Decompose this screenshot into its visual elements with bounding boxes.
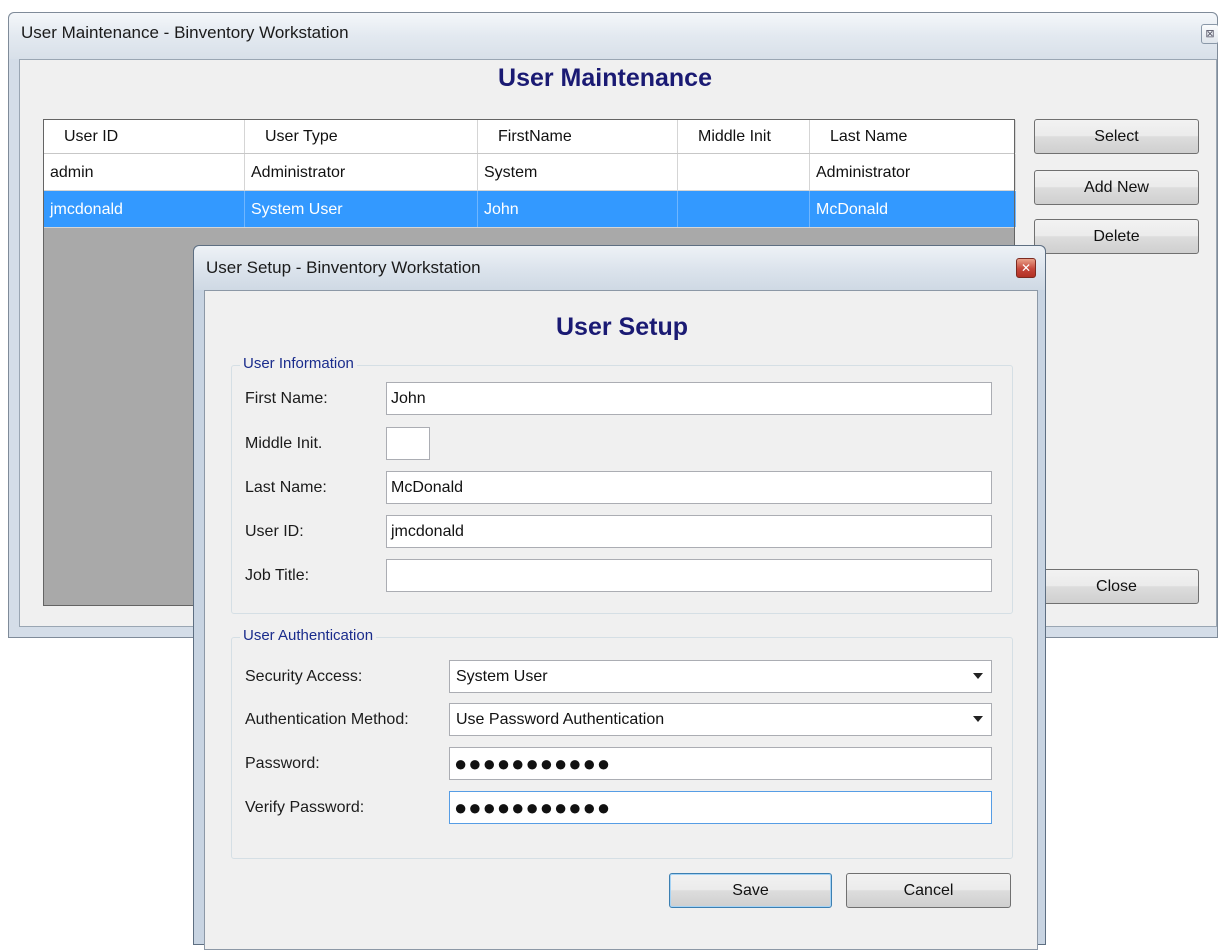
first-name-field[interactable]: John [386, 382, 992, 415]
security-access-dropdown[interactable]: System User [449, 660, 992, 693]
password-label: Password: [245, 755, 320, 772]
user-id-field[interactable]: jmcdonald [386, 515, 992, 548]
verify-password-label: Verify Password: [245, 799, 365, 816]
title-bar[interactable]: User Maintenance - Binventory Workstatio… [9, 13, 1218, 59]
dialog-title-bar[interactable]: User Setup - Binventory Workstation ✕ [194, 246, 1045, 290]
security-access-label: Security Access: [245, 668, 363, 685]
cell-first-name: John [478, 191, 678, 227]
verify-password-field[interactable]: ●●●●●●●●●●● [449, 791, 992, 824]
auth-method-value: Use Password Authentication [456, 711, 665, 728]
cell-last-name: McDonald [810, 191, 1016, 227]
dialog-heading: User Setup [556, 313, 688, 341]
first-name-label: First Name: [245, 390, 328, 407]
user-information-group-label: User Information [240, 355, 357, 372]
close-button[interactable]: Close [1034, 569, 1199, 604]
page-title: User Maintenance [498, 64, 712, 92]
last-name-field[interactable]: McDonald [386, 471, 992, 504]
column-header-user-type[interactable]: User Type [245, 120, 478, 153]
column-header-first-name[interactable]: FirstName [478, 120, 678, 153]
last-name-label: Last Name: [245, 479, 327, 496]
delete-button[interactable]: Delete [1034, 219, 1199, 254]
user-authentication-group-label: User Authentication [240, 627, 377, 644]
cell-user-id: admin [44, 154, 245, 190]
cell-user-type: System User [245, 191, 478, 227]
auth-method-label: Authentication Method: [245, 711, 409, 728]
security-access-value: System User [456, 668, 548, 685]
save-button[interactable]: Save [669, 873, 832, 908]
window-title: User Maintenance - Binventory Workstatio… [21, 23, 349, 42]
password-field[interactable]: ●●●●●●●●●●● [449, 747, 992, 780]
cell-last-name: Administrator [810, 154, 1016, 190]
auth-method-dropdown[interactable]: Use Password Authentication [449, 703, 992, 736]
dialog-close-icon[interactable]: ✕ [1016, 258, 1036, 278]
table-row[interactable]: admin Administrator System Administrator [44, 154, 1016, 191]
verify-password-mask: ●●●●●●●●●●● [454, 795, 612, 820]
middle-init-field[interactable] [386, 427, 430, 460]
chevron-down-icon [973, 673, 983, 679]
grid-header: User ID User Type FirstName Middle Init … [44, 120, 1016, 154]
column-header-last-name[interactable]: Last Name [810, 120, 1016, 153]
job-title-label: Job Title: [245, 567, 310, 584]
select-button[interactable]: Select [1034, 119, 1199, 154]
job-title-field[interactable] [386, 559, 992, 592]
cell-user-type: Administrator [245, 154, 478, 190]
cell-first-name: System [478, 154, 678, 190]
user-id-label: User ID: [245, 523, 304, 540]
password-mask: ●●●●●●●●●●● [454, 751, 612, 776]
column-header-user-id[interactable]: User ID [44, 120, 245, 153]
user-setup-dialog: User Setup - Binventory Workstation ✕ Us… [193, 245, 1046, 950]
add-new-button[interactable]: Add New [1034, 170, 1199, 205]
dialog-title: User Setup - Binventory Workstation [206, 258, 481, 277]
dialog-client-area: User Setup User Information First Name: … [204, 290, 1038, 950]
cell-user-id: jmcdonald [44, 191, 245, 227]
user-authentication-group: User Authentication Security Access: Sys… [231, 627, 1013, 859]
column-header-middle-init[interactable]: Middle Init [678, 120, 810, 153]
cell-middle-init [678, 191, 810, 227]
cell-middle-init [678, 154, 810, 190]
cancel-button[interactable]: Cancel [846, 873, 1011, 908]
table-row-selected[interactable]: jmcdonald System User John McDonald [44, 191, 1016, 228]
user-information-group: User Information First Name: John Middle… [231, 355, 1013, 614]
close-icon[interactable]: ⊠ [1201, 24, 1218, 44]
chevron-down-icon [973, 716, 983, 722]
middle-init-label: Middle Init. [245, 435, 323, 452]
